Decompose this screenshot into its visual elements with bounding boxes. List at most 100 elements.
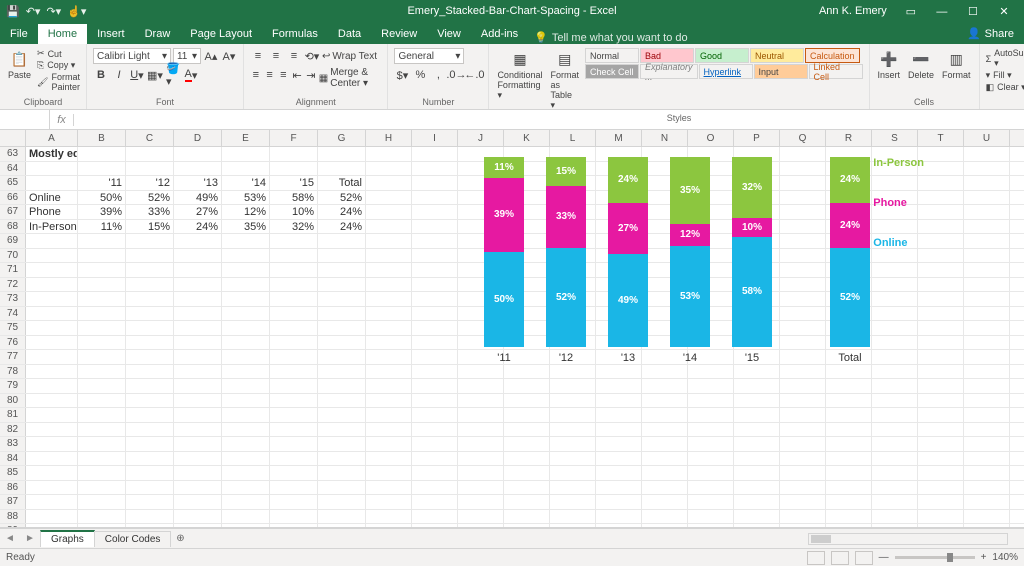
cell[interactable] bbox=[872, 408, 918, 422]
tab-review[interactable]: Review bbox=[371, 24, 427, 44]
decrease-decimal-icon[interactable]: ←.0 bbox=[466, 67, 482, 83]
cell[interactable] bbox=[964, 350, 1010, 364]
cell[interactable] bbox=[318, 452, 366, 466]
cell[interactable] bbox=[550, 408, 596, 422]
format-as-table-button[interactable]: ▤Format as Table ▾ bbox=[548, 48, 581, 113]
cell[interactable] bbox=[366, 162, 412, 176]
cell[interactable] bbox=[412, 263, 458, 277]
align-middle-icon[interactable]: ≡ bbox=[268, 48, 284, 64]
cell[interactable] bbox=[642, 423, 688, 437]
indent-decrease-icon[interactable]: ⇤ bbox=[291, 67, 303, 83]
minimize-icon[interactable]: — bbox=[928, 6, 956, 18]
cell[interactable] bbox=[596, 452, 642, 466]
cell[interactable] bbox=[26, 379, 78, 393]
cell[interactable]: 11% bbox=[78, 220, 126, 234]
col-header-H[interactable]: H bbox=[366, 130, 412, 146]
cell[interactable] bbox=[366, 394, 412, 408]
cell[interactable] bbox=[964, 365, 1010, 379]
cell[interactable] bbox=[688, 452, 734, 466]
cell[interactable] bbox=[78, 452, 126, 466]
add-sheet-button[interactable]: ⊕ bbox=[170, 533, 190, 544]
orientation-icon[interactable]: ⟲▾ bbox=[304, 48, 320, 64]
cell[interactable]: Phone bbox=[26, 205, 78, 219]
cell[interactable] bbox=[688, 408, 734, 422]
cell[interactable] bbox=[734, 423, 780, 437]
cell[interactable] bbox=[918, 437, 964, 451]
cell[interactable] bbox=[174, 408, 222, 422]
cell[interactable] bbox=[78, 524, 126, 528]
cell[interactable] bbox=[26, 394, 78, 408]
cell[interactable] bbox=[918, 220, 964, 234]
cell[interactable] bbox=[366, 220, 412, 234]
cell[interactable] bbox=[270, 423, 318, 437]
cell[interactable]: 24% bbox=[318, 220, 366, 234]
cell[interactable] bbox=[270, 336, 318, 350]
cell[interactable] bbox=[270, 481, 318, 495]
col-header-N[interactable]: N bbox=[642, 130, 688, 146]
cell[interactable] bbox=[734, 452, 780, 466]
cell[interactable] bbox=[318, 423, 366, 437]
cell[interactable] bbox=[412, 437, 458, 451]
cell[interactable] bbox=[270, 365, 318, 379]
sheet-tab-graphs[interactable]: Graphs bbox=[40, 530, 95, 547]
tab-draw[interactable]: Draw bbox=[135, 24, 181, 44]
cell[interactable] bbox=[642, 495, 688, 509]
cell[interactable] bbox=[26, 162, 78, 176]
style-input[interactable]: Input bbox=[754, 64, 808, 79]
sheet-nav-next-icon[interactable]: ► bbox=[25, 533, 35, 544]
cell[interactable] bbox=[458, 437, 504, 451]
worksheet-grid[interactable]: ABCDEFGHIJKLMNOPQRSTU 63Mostly edited646… bbox=[0, 130, 1024, 528]
tab-page-layout[interactable]: Page Layout bbox=[180, 24, 262, 44]
col-header-A[interactable]: A bbox=[26, 130, 78, 146]
cell[interactable] bbox=[964, 408, 1010, 422]
row-header[interactable]: 89 bbox=[0, 524, 26, 528]
delete-cells-button[interactable]: ➖Delete bbox=[906, 48, 936, 82]
cell[interactable] bbox=[222, 147, 270, 161]
sheet-tab-color-codes[interactable]: Color Codes bbox=[94, 531, 172, 547]
cell[interactable] bbox=[412, 408, 458, 422]
cell[interactable] bbox=[222, 234, 270, 248]
cell[interactable] bbox=[270, 162, 318, 176]
cell[interactable] bbox=[78, 423, 126, 437]
cell[interactable] bbox=[174, 292, 222, 306]
cell[interactable]: 49% bbox=[174, 191, 222, 205]
name-box[interactable] bbox=[0, 110, 50, 129]
cell[interactable] bbox=[174, 510, 222, 524]
cell[interactable] bbox=[318, 481, 366, 495]
cell[interactable] bbox=[550, 481, 596, 495]
cell[interactable] bbox=[174, 336, 222, 350]
col-header-M[interactable]: M bbox=[596, 130, 642, 146]
number-format-combo[interactable]: General▾ bbox=[394, 48, 464, 64]
cell[interactable] bbox=[318, 510, 366, 524]
cell[interactable] bbox=[26, 524, 78, 528]
row-header[interactable]: 70 bbox=[0, 249, 26, 263]
cell[interactable] bbox=[222, 495, 270, 509]
cell[interactable] bbox=[964, 524, 1010, 528]
cell[interactable] bbox=[174, 437, 222, 451]
cell[interactable] bbox=[222, 278, 270, 292]
cell[interactable]: 52% bbox=[318, 191, 366, 205]
cell[interactable] bbox=[780, 481, 826, 495]
cell[interactable] bbox=[412, 162, 458, 176]
cell[interactable] bbox=[318, 292, 366, 306]
undo-icon[interactable]: ↶▾ bbox=[26, 5, 41, 18]
share-button[interactable]: 👤 Share bbox=[957, 23, 1024, 44]
cell[interactable] bbox=[872, 437, 918, 451]
cell[interactable] bbox=[174, 379, 222, 393]
row-header[interactable]: 82 bbox=[0, 423, 26, 437]
cell[interactable] bbox=[78, 437, 126, 451]
cell[interactable] bbox=[78, 321, 126, 335]
cell[interactable] bbox=[596, 524, 642, 528]
cell[interactable] bbox=[26, 365, 78, 379]
cell[interactable] bbox=[872, 452, 918, 466]
cell[interactable] bbox=[270, 147, 318, 161]
cell[interactable] bbox=[412, 307, 458, 321]
maximize-icon[interactable]: ☐ bbox=[959, 5, 987, 18]
cell[interactable] bbox=[458, 524, 504, 528]
cell[interactable] bbox=[550, 524, 596, 528]
cell[interactable] bbox=[126, 350, 174, 364]
cell[interactable] bbox=[366, 510, 412, 524]
row-header[interactable]: 68 bbox=[0, 220, 26, 234]
cell[interactable] bbox=[318, 394, 366, 408]
cell[interactable] bbox=[78, 466, 126, 480]
